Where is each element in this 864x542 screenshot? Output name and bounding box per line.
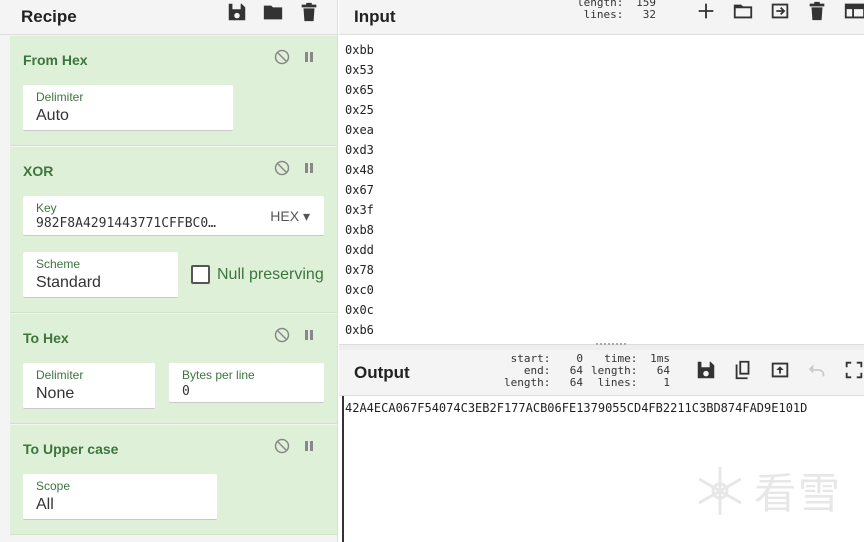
pause-icon[interactable] (301, 438, 317, 454)
scheme-field[interactable]: Scheme Standard (23, 252, 178, 298)
input-line: 0xbb (345, 43, 374, 57)
delimiter-field[interactable]: Delimiter None (23, 363, 155, 409)
operation-from-hex[interactable]: From Hex Delimiter Auto (10, 36, 337, 146)
disable-icon[interactable] (274, 160, 290, 176)
stat-label: lines: (597, 376, 638, 389)
recipe-title: Recipe (21, 7, 77, 26)
key-format-dropdown[interactable]: HEX ▾ (270, 208, 310, 225)
null-preserving-label: Null preserving (217, 265, 324, 283)
operation-name: To Upper case (23, 441, 119, 457)
input-line: 0xc0 (345, 283, 374, 297)
add-tab-icon[interactable] (695, 0, 717, 22)
bytes-per-line-field[interactable]: Bytes per line 0 (169, 363, 324, 403)
undo-icon[interactable] (806, 359, 828, 381)
input-lines: 32 (642, 8, 656, 21)
disable-icon[interactable] (274, 49, 290, 65)
output-stats: time: 1ms length: 64 lines: 1 (591, 353, 670, 389)
pause-icon[interactable] (301, 327, 317, 343)
input-line: 0xea (345, 123, 374, 137)
pause-icon[interactable] (301, 160, 317, 176)
open-file-icon[interactable] (769, 0, 791, 22)
save-output-icon[interactable] (695, 359, 717, 381)
field-label: Scheme (36, 257, 81, 271)
input-pane: Input length: 159 lines: 32 0xbb 0x53 0x65… (339, 0, 864, 344)
null-preserving-toggle[interactable]: Null preserving (191, 265, 324, 284)
output-position-stats: start: 0 end: 64 length: 64 (504, 353, 583, 389)
input-line: 0x67 (345, 183, 374, 197)
field-value: Standard (36, 274, 101, 291)
field-value: 0 (182, 384, 190, 399)
disable-icon[interactable] (274, 438, 290, 454)
input-textarea[interactable]: 0xbb 0x53 0x65 0x25 0xea 0xd3 0x48 0x67 0x3f 0xb8… (345, 40, 374, 340)
operation-name: XOR (23, 163, 54, 179)
clear-input-icon[interactable] (806, 0, 828, 22)
field-label: Delimiter (36, 90, 84, 104)
key-value: 982F8A4291443771CFFBC0… (36, 216, 217, 231)
input-line: 0x65 (345, 83, 374, 97)
input-line: 0x53 (345, 63, 374, 77)
maximize-icon[interactable] (843, 359, 864, 381)
field-value: None (36, 385, 75, 402)
scope-field[interactable]: Scope All (23, 474, 217, 520)
input-line: 0x78 (345, 263, 374, 277)
operation-to-hex[interactable]: To Hex Delimiter None Bytes per line 0 (10, 314, 337, 424)
null-preserving-checkbox[interactable] (191, 265, 210, 284)
field-label: Bytes per line (182, 368, 255, 382)
operation-name: To Hex (23, 330, 69, 346)
operation-name: From Hex (23, 52, 88, 68)
key-field[interactable]: Key 982F8A4291443771CFFBC0… HEX ▾ (23, 196, 324, 236)
open-folder-icon[interactable] (732, 0, 754, 22)
input-stats: length: 159 lines: 32 (577, 0, 656, 21)
stat-label: lines: (583, 8, 624, 21)
input-line: 0xd3 (345, 143, 374, 157)
output-focus-border (342, 396, 344, 542)
layout-icon[interactable] (843, 0, 864, 22)
operation-xor[interactable]: XOR Key 982F8A4291443771CFFBC0… HEX ▾ Sc… (10, 147, 337, 313)
watermark: 看雪 (692, 460, 842, 521)
input-header: Input length: 159 lines: 32 (339, 0, 864, 35)
input-line: 0xb8 (345, 223, 374, 237)
replace-input-icon[interactable] (769, 359, 791, 381)
operation-to-upper-case[interactable]: To Upper case Scope All (10, 425, 337, 535)
output-header: Output start: 0 end: 64 length: 64 time:… (339, 350, 864, 396)
output-sel-length: 64 (569, 376, 583, 389)
snowflake-icon (698, 466, 742, 515)
folder-open-icon[interactable] (262, 1, 284, 23)
disable-icon[interactable] (274, 327, 290, 343)
recipe-header: Recipe (0, 0, 337, 35)
field-label: Scope (36, 479, 71, 493)
output-lines: 1 (663, 376, 670, 389)
input-line: 0x0c (345, 303, 374, 317)
field-value: All (36, 496, 54, 513)
input-line: 0xdd (345, 243, 374, 257)
copy-output-icon[interactable] (732, 359, 754, 381)
trash-recipe-icon[interactable] (298, 1, 320, 23)
recipe-pane: Recipe From Hex Delimiter Auto XOR Key 9… (0, 0, 338, 542)
field-label: Delimiter (36, 368, 84, 382)
output-textarea[interactable]: 42A4ECA067F54074C3EB2F177ACB06FE1379055C… (345, 401, 807, 415)
delimiter-field[interactable]: Delimiter Auto (23, 85, 233, 131)
pause-icon[interactable] (301, 49, 317, 65)
field-label: Key (36, 201, 57, 215)
watermark-text: 看雪 (754, 470, 843, 517)
output-title: Output (354, 362, 410, 382)
input-line: 0xb6 (345, 323, 374, 337)
save-recipe-icon[interactable] (226, 1, 248, 23)
resize-handle[interactable] (596, 343, 626, 345)
input-title: Input (354, 7, 396, 26)
input-line: 0x3f (345, 203, 374, 217)
field-value: Auto (36, 107, 69, 124)
input-line: 0x48 (345, 163, 374, 177)
input-line: 0x25 (345, 103, 374, 117)
stat-label: length: (504, 376, 551, 389)
